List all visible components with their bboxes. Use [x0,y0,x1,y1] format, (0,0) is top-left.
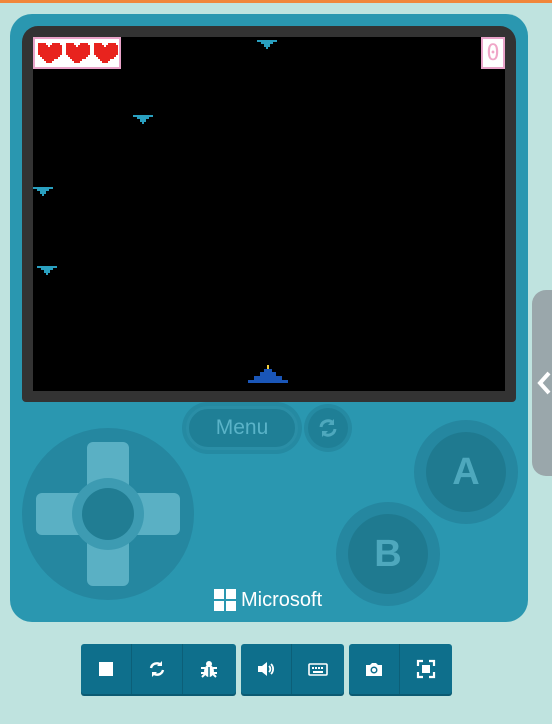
brand-label: Microsoft [241,588,323,611]
enemy-ship-icon [37,266,57,275]
game-console: 0 Menu A B Microsoft [10,14,528,622]
keyboard-button[interactable] [292,644,343,694]
screen-bezel: 0 [22,26,516,402]
restart-icon [149,661,165,677]
stop-icon [99,662,113,676]
capture-group [349,644,452,694]
lives-display [33,37,121,69]
enemy-ship-icon [133,115,153,124]
simulator-controls-group [81,644,236,694]
debug-button[interactable] [183,644,234,694]
microsoft-squares-icon [214,589,236,611]
keyboard-icon [307,663,328,676]
screenshot-button[interactable] [349,644,400,694]
side-panel-toggle[interactable] [532,290,552,476]
enemy-ship-icon [257,40,277,49]
menu-button[interactable]: Menu [186,406,298,450]
heart-icon [94,43,118,63]
dpad-center [72,478,144,550]
b-button[interactable]: B [348,514,428,594]
chevron-left-icon [537,371,551,395]
fullscreen-button[interactable] [400,644,451,694]
dpad-center-cap [82,488,134,540]
b-button-ring: B [336,502,440,606]
restart-game-button[interactable] [308,408,348,448]
restart-icon [319,419,337,437]
restart-button[interactable] [132,644,183,694]
a-button-ring: A [414,420,518,524]
top-accent-bar [0,0,552,3]
enemy-ship-icon [33,187,53,196]
sound-icon [258,662,274,676]
mute-button[interactable] [241,644,292,694]
player-ship-icon [248,365,288,383]
heart-icon [38,43,62,63]
camera-icon [366,663,382,676]
a-button[interactable]: A [426,432,506,512]
heart-icon [66,43,90,63]
microsoft-logo: Microsoft [214,588,322,612]
audio-input-group [241,644,344,694]
fullscreen-icon [416,659,435,679]
debug-icon [200,661,217,678]
dpad[interactable] [22,428,194,600]
stop-button[interactable] [81,644,132,694]
score-display: 0 [481,37,505,69]
game-screen[interactable]: 0 [33,37,505,391]
